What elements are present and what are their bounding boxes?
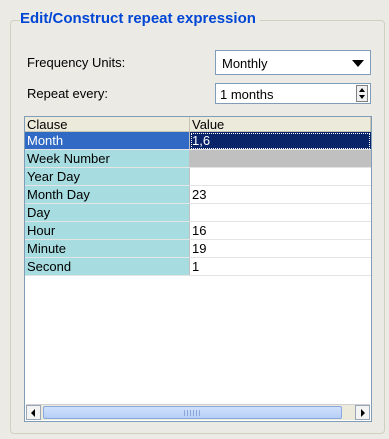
clause-cell[interactable]: Month Day: [25, 185, 190, 204]
clause-cell[interactable]: Day: [25, 203, 190, 222]
group-title: Edit/Construct repeat expression: [20, 10, 260, 28]
table-row[interactable]: Week Number: [25, 149, 371, 168]
clause-cell[interactable]: Month: [25, 131, 190, 150]
spin-down-icon[interactable]: [359, 95, 365, 99]
spin-up-icon[interactable]: [359, 88, 365, 92]
spinner-buttons[interactable]: [356, 85, 368, 102]
column-header-clause[interactable]: Clause: [25, 117, 190, 132]
table-row[interactable]: Year Day: [25, 167, 371, 186]
repeat-every-label: Repeat every:: [27, 86, 108, 101]
value-cell[interactable]: 23: [189, 185, 371, 204]
table-row[interactable]: Second 1: [25, 257, 371, 276]
clause-table[interactable]: Clause Value Month 1,6 Week Number Year …: [24, 116, 372, 422]
value-cell[interactable]: 19: [189, 239, 371, 258]
table-row[interactable]: Month Day 23: [25, 185, 371, 204]
table-row[interactable]: Minute 19: [25, 239, 371, 258]
table-row[interactable]: Day: [25, 203, 371, 222]
value-cell[interactable]: [189, 203, 371, 222]
horizontal-scrollbar[interactable]: [26, 404, 370, 420]
grip-icon: [184, 410, 202, 416]
scroll-left-icon[interactable]: [26, 405, 41, 420]
clause-cell[interactable]: Week Number: [25, 149, 190, 168]
scrollbar-thumb[interactable]: [43, 406, 342, 419]
value-cell[interactable]: [189, 149, 371, 168]
value-cell[interactable]: [189, 167, 371, 186]
clause-cell[interactable]: Second: [25, 257, 190, 276]
repeat-every-value: 1 months: [220, 87, 274, 102]
table-row[interactable]: Month 1,6: [25, 131, 371, 150]
clause-cell[interactable]: Year Day: [25, 167, 190, 186]
column-header-value[interactable]: Value: [189, 117, 371, 132]
frequency-units-value: Monthly: [222, 56, 268, 71]
repeat-every-spinner[interactable]: 1 months: [215, 83, 371, 104]
value-cell[interactable]: 1: [189, 257, 371, 276]
frequency-units-label: Frequency Units:: [27, 55, 126, 70]
value-cell[interactable]: 1,6: [189, 131, 371, 150]
value-cell[interactable]: 16: [189, 221, 371, 240]
scroll-right-icon[interactable]: [355, 405, 370, 420]
clause-cell[interactable]: Minute: [25, 239, 190, 258]
chevron-down-icon[interactable]: [352, 60, 364, 67]
clause-cell[interactable]: Hour: [25, 221, 190, 240]
frequency-units-select[interactable]: Monthly: [215, 50, 371, 75]
table-row[interactable]: Hour 16: [25, 221, 371, 240]
